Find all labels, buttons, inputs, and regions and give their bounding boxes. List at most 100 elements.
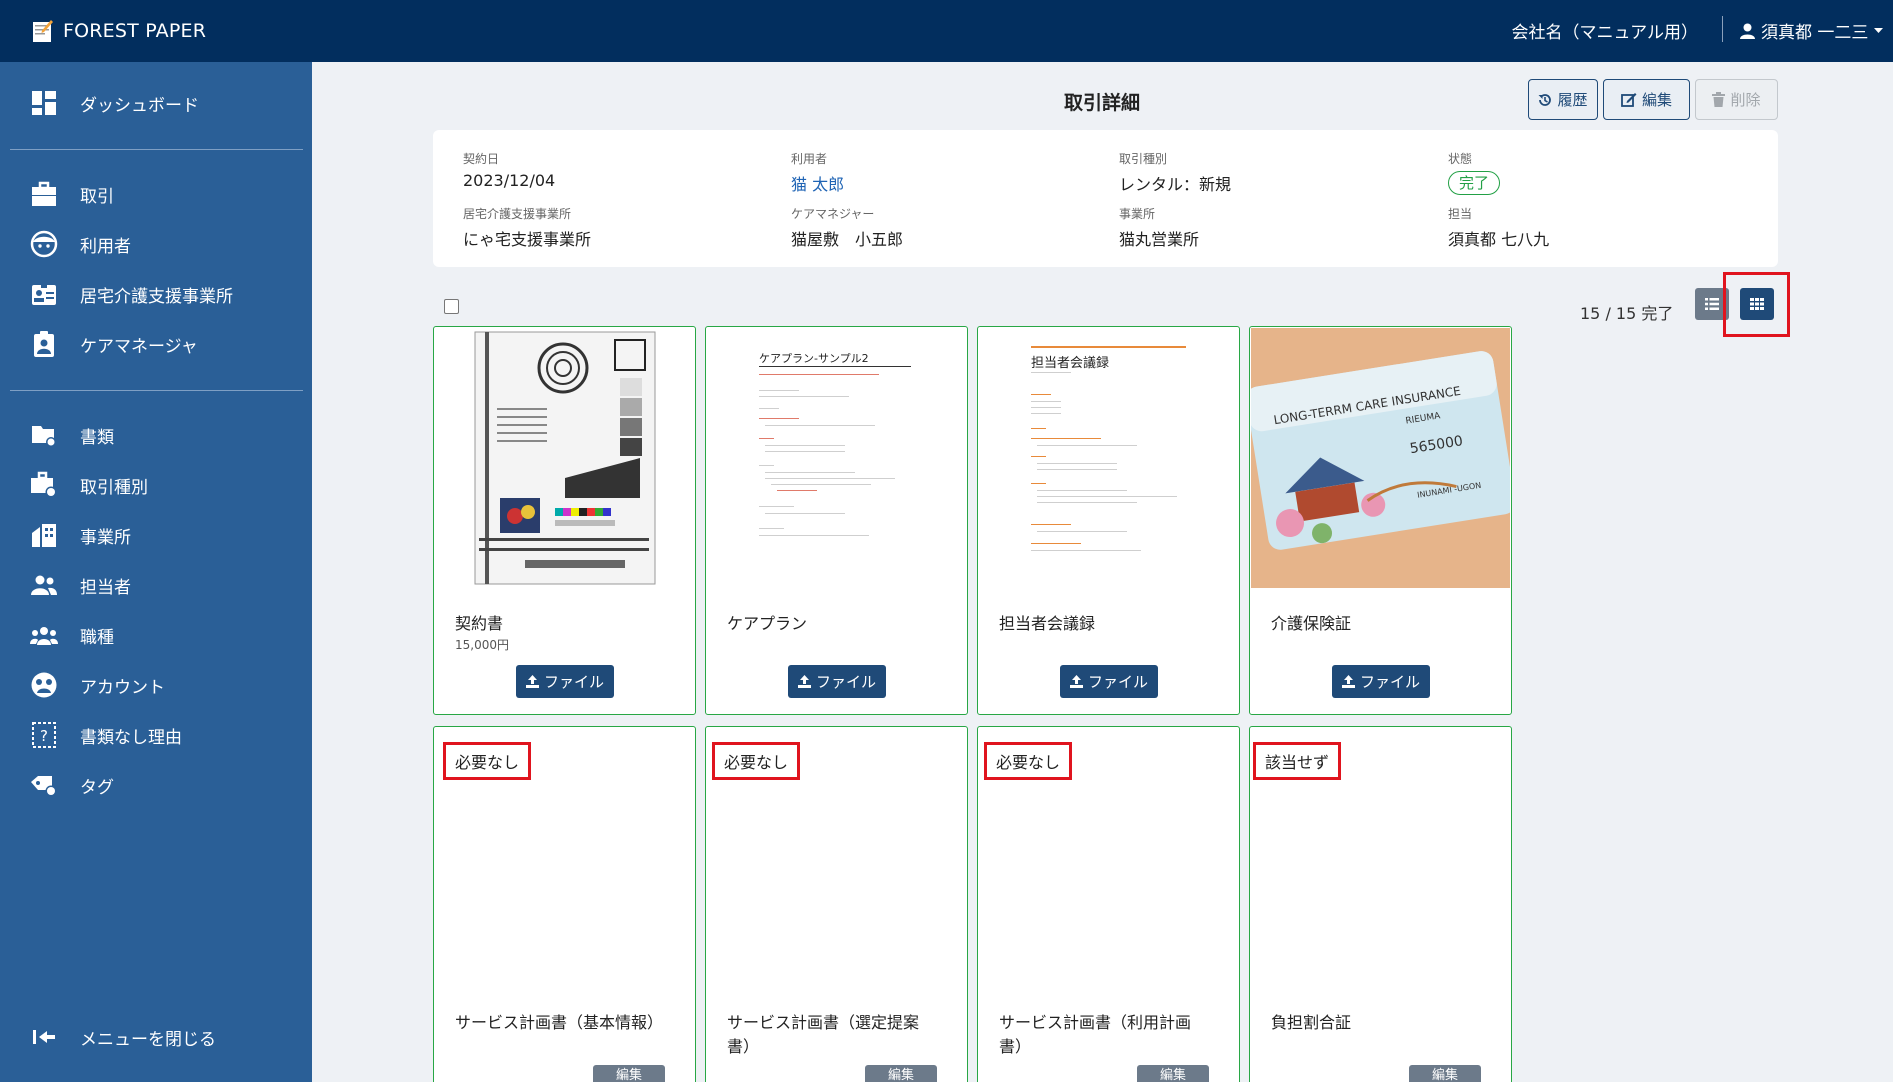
document-card-service-plan-proposal[interactable]: 必要なし サービス計画書（選定提案書） 編集 (705, 726, 968, 1082)
memo-icon (33, 20, 53, 42)
file-button-label: ファイル (815, 673, 876, 691)
sidebar-item-label: 担当者 (80, 577, 131, 598)
document-title: サービス計画書（基本情報） (455, 1013, 664, 1032)
document-title: サービス計画書（利用計画書） (999, 1013, 1192, 1056)
info-label: 居宅介護支援事業所 (463, 207, 572, 221)
company-name: 会社名（マニュアル用） (1511, 23, 1699, 43)
edit-document-button[interactable]: 編集 (1137, 1065, 1209, 1082)
sidebar-item-label: 居宅介護支援事業所 (80, 286, 233, 307)
document-card-service-plan-usage[interactable]: 必要なし サービス計画書（利用計画書） 編集 (977, 726, 1240, 1082)
main-content: 取引詳細 履歴 編集 削除 契約日 2023/12/04 利用者 猫 太郎 取引… (312, 62, 1893, 1082)
brand[interactable]: FOREST PAPER (32, 15, 206, 47)
chevron-down-icon (1874, 27, 1884, 33)
sidebar-item-job-types[interactable]: 職種 (30, 617, 114, 653)
doc-line (759, 366, 911, 367)
history-icon (1538, 93, 1552, 106)
careplan-doc-title: ケアプラン-サンプル2 (759, 352, 869, 365)
doc-line (771, 484, 871, 485)
contract-date: 契約日 2023/12/04 (463, 150, 555, 190)
careplan-thumbnail: ケアプラン-サンプル2 (707, 328, 966, 588)
document-card-careplan[interactable]: ケアプラン-サンプル2 ケアプラン ファイル (705, 326, 968, 715)
status-badge: 完了 (1448, 171, 1501, 195)
upload-icon (1069, 675, 1083, 688)
info-label: ケアマネジャー (791, 207, 875, 221)
file-upload-button[interactable]: ファイル (788, 665, 886, 698)
doc-line (1031, 543, 1081, 544)
upload-icon (525, 675, 539, 688)
sidebar-item-care-managers[interactable]: ケアマネージャ (30, 326, 198, 362)
divider (1722, 16, 1723, 42)
document-card-burden-ratio[interactable]: 該当せず 負担割合証 編集 (1249, 726, 1512, 1082)
client-link[interactable]: 猫 太郎 (791, 171, 844, 195)
people-icon (31, 575, 57, 595)
sidebar-item-no-document-reasons[interactable]: ? 書類なし理由 (30, 717, 182, 753)
completion-count: 15 / 15 完了 (1580, 304, 1674, 323)
document-card-service-plan-basic[interactable]: 必要なし サービス計画書（基本情報） 編集 (433, 726, 696, 1082)
doc-line (1037, 469, 1117, 470)
edit-document-button[interactable]: 編集 (865, 1065, 937, 1082)
info-value: 猫屋敷 小五郎 (791, 230, 904, 249)
select-all-checkbox[interactable] (444, 299, 459, 314)
sidebar-item-offices[interactable]: 事業所 (30, 517, 131, 553)
document-title: 担当者会議録 (999, 614, 1096, 633)
doc-line (759, 506, 794, 507)
sidebar-item-staff[interactable]: 担当者 (30, 567, 131, 603)
sidebar-divider (10, 149, 303, 150)
document-card-meeting-minutes[interactable]: 担当者会議録 担当者会議録 ファイル (977, 326, 1240, 715)
sidebar-item-care-offices[interactable]: 居宅介護支援事業所 (30, 276, 233, 312)
doc-line (1031, 483, 1046, 484)
account-circle-icon (31, 672, 57, 698)
transaction-type: 取引種別 レンタル：新規 (1119, 150, 1231, 195)
sidebar-item-transaction-types[interactable]: 取引種別 (30, 467, 148, 503)
info-value: 2023/12/04 (463, 171, 556, 190)
doc-line (1031, 413, 1061, 414)
svg-text:?: ? (40, 727, 48, 745)
user-menu[interactable]: 須真都 一二三 (1740, 18, 1884, 43)
doc-line (1037, 490, 1127, 491)
doc-line (765, 451, 845, 452)
edit-document-button[interactable]: 編集 (1409, 1065, 1481, 1082)
page-title: 取引詳細 (1064, 92, 1141, 114)
delete-button[interactable]: 削除 (1695, 79, 1778, 120)
file-button-label: ファイル (1359, 673, 1420, 691)
test-chart-image (474, 331, 656, 585)
edit-icon (1621, 93, 1637, 107)
user-name: 須真都 一二三 (1761, 23, 1869, 43)
document-amount: 15,000円 (455, 638, 509, 652)
clipboard-user-icon (34, 331, 54, 357)
close-menu-label: メニューを閉じる (80, 1029, 216, 1050)
sidebar-item-transactions[interactable]: 取引 (30, 176, 114, 212)
doc-line (1031, 524, 1071, 525)
sidebar-item-dashboard[interactable]: ダッシュボード (30, 85, 199, 121)
sidebar-item-documents[interactable]: 書類 (30, 417, 114, 453)
document-title: 介護保険証 (1271, 614, 1352, 633)
doc-line (765, 425, 875, 426)
not-required-tag: 必要なし (712, 742, 801, 780)
sidebar-item-clients[interactable]: 利用者 (30, 226, 131, 262)
file-upload-button[interactable]: ファイル (1332, 665, 1430, 698)
file-upload-button[interactable]: ファイル (516, 665, 614, 698)
doc-line (1031, 372, 1071, 373)
close-menu-button[interactable]: メニューを閉じる (30, 1019, 216, 1055)
doc-line (759, 535, 869, 536)
brand-name: FOREST PAPER (63, 20, 207, 42)
doc-line (1031, 550, 1141, 551)
upload-icon (797, 675, 811, 688)
tag-icon (31, 776, 57, 797)
history-button-label: 履歴 (1557, 91, 1588, 109)
file-button-label: ファイル (1087, 673, 1148, 691)
sidebar-item-accounts[interactable]: アカウント (30, 667, 165, 703)
file-upload-button[interactable]: ファイル (1060, 665, 1158, 698)
history-button[interactable]: 履歴 (1528, 79, 1598, 120)
doc-line (765, 478, 895, 479)
doc-line (759, 438, 774, 439)
edit-document-button[interactable]: 編集 (593, 1065, 665, 1082)
info-value: にゃ宅支援事業所 (463, 230, 592, 249)
doc-line (759, 396, 849, 397)
document-card-insurance-card[interactable]: LONG-TERRM CARE INSURANCE RIEUMA 565000 … (1249, 326, 1512, 715)
edit-button[interactable]: 編集 (1603, 79, 1690, 120)
document-card-contract[interactable]: 契約書 15,000円 ファイル (433, 326, 696, 715)
delete-button-label: 削除 (1730, 91, 1761, 109)
sidebar-item-tags[interactable]: タグ (30, 767, 114, 803)
staff: 担当 須真都 七八九 (1448, 205, 1549, 250)
